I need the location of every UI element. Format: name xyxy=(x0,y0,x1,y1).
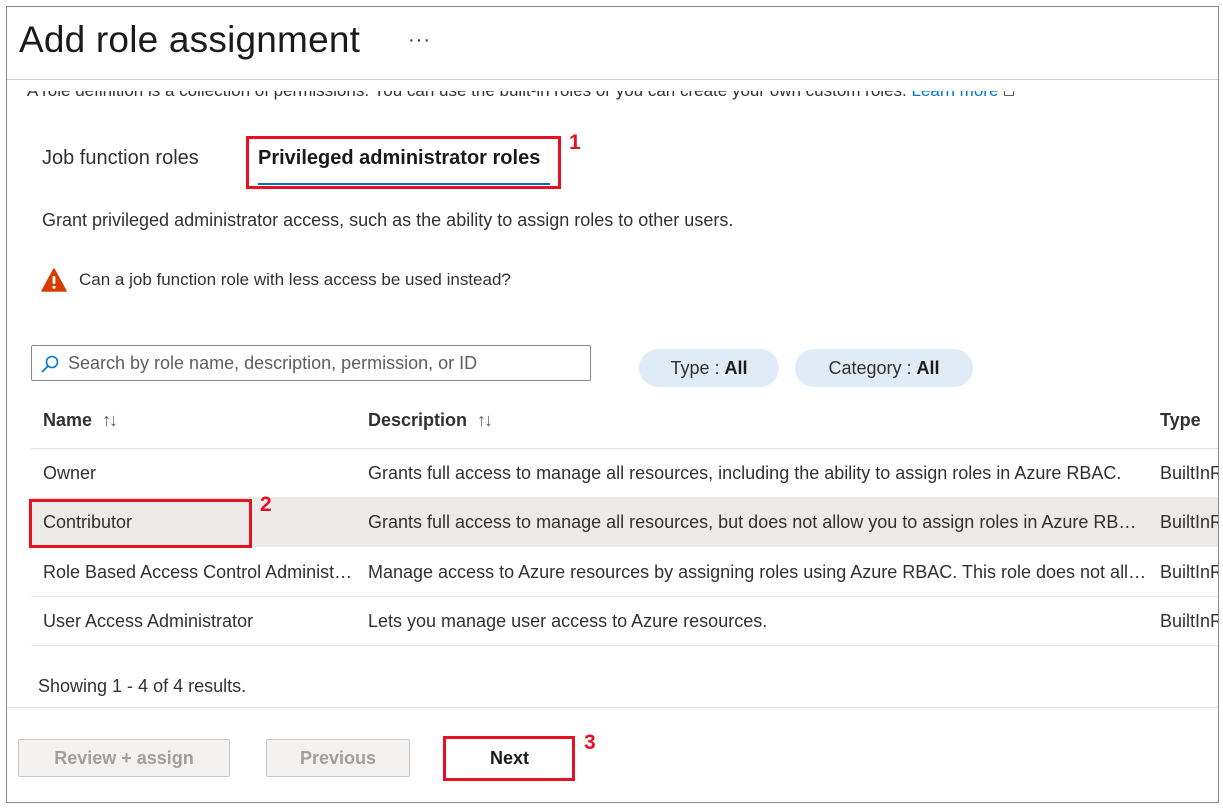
role-description: Lets you manage user access to Azure res… xyxy=(368,611,768,631)
role-name-user-access-administrator: User Access Administrator xyxy=(43,611,254,631)
step-number-3: 3 xyxy=(584,731,596,754)
column-header-name[interactable]: Name ↑↓ xyxy=(43,410,118,431)
type-filter-value: All xyxy=(724,357,748,378)
sort-icon[interactable]: ↑↓ xyxy=(477,410,493,430)
category-filter-value: All xyxy=(916,357,940,378)
table-row[interactable]: User Access Administrator Lets you manag… xyxy=(31,597,1218,646)
role-description: Grants full access to manage all resourc… xyxy=(368,512,1148,532)
intro-text-body: A role definition is a collection of per… xyxy=(27,91,911,100)
search-box[interactable] xyxy=(31,345,591,381)
tab-description: Grant privileged administrator access, s… xyxy=(42,210,734,230)
highlight-box-contributor xyxy=(29,499,252,548)
warning-icon xyxy=(41,268,67,292)
role-type: BuiltInRole xyxy=(1160,562,1218,582)
intro-text-container: A role definition is a collection of per… xyxy=(27,91,1207,113)
title-divider xyxy=(7,79,1218,80)
sort-icon[interactable]: ↑↓ xyxy=(102,410,118,430)
role-type: BuiltInRole xyxy=(1160,611,1218,631)
type-filter-label: Type : xyxy=(670,357,720,378)
previous-button[interactable]: Previous xyxy=(266,739,410,777)
column-header-type-label: Type xyxy=(1160,410,1201,430)
learn-more-link[interactable]: Learn more xyxy=(911,91,998,100)
footer-divider xyxy=(7,707,1218,708)
warning-text: Can a job function role with less access… xyxy=(79,270,511,289)
role-description: Manage access to Azure resources by assi… xyxy=(368,562,1148,582)
role-type: BuiltInRole xyxy=(1160,463,1218,483)
type-filter-pill[interactable]: Type : All xyxy=(639,349,779,387)
step-number-2: 2 xyxy=(260,493,272,516)
column-header-type[interactable]: Type xyxy=(1160,410,1201,431)
column-header-description-label: Description xyxy=(368,410,468,430)
category-filter-label: Category : xyxy=(828,357,912,378)
table-row[interactable]: Owner Grants full access to manage all r… xyxy=(31,449,1218,498)
role-description: Grants full access to manage all resourc… xyxy=(368,463,1122,483)
role-name-owner: Owner xyxy=(43,463,97,483)
table-row[interactable]: Role Based Access Control Administrator … xyxy=(31,548,1218,597)
highlight-box-tab xyxy=(246,136,561,189)
external-link-icon xyxy=(1004,91,1015,96)
warning-message: Can a job function role with less access… xyxy=(41,267,511,293)
results-count: Showing 1 - 4 of 4 results. xyxy=(38,676,247,696)
dialog-frame: Add role assignment ··· A role definitio… xyxy=(6,6,1219,803)
review-assign-button[interactable]: Review + assign xyxy=(18,739,230,777)
search-input[interactable] xyxy=(68,346,583,380)
column-header-name-label: Name xyxy=(43,410,93,430)
step-number-1: 1 xyxy=(569,131,581,154)
search-icon xyxy=(41,355,59,373)
role-name-rbac-administrator: Role Based Access Control Administrator xyxy=(43,562,355,582)
role-type: BuiltInRole xyxy=(1160,512,1218,532)
more-options-icon[interactable]: ··· xyxy=(408,29,431,52)
column-header-description[interactable]: Description ↑↓ xyxy=(368,410,493,431)
category-filter-pill[interactable]: Category : All xyxy=(795,349,973,387)
highlight-box-next xyxy=(443,736,575,781)
intro-text: A role definition is a collection of per… xyxy=(27,91,1015,101)
tab-job-function-roles[interactable]: Job function roles xyxy=(42,147,199,170)
page-title: Add role assignment xyxy=(19,19,361,60)
